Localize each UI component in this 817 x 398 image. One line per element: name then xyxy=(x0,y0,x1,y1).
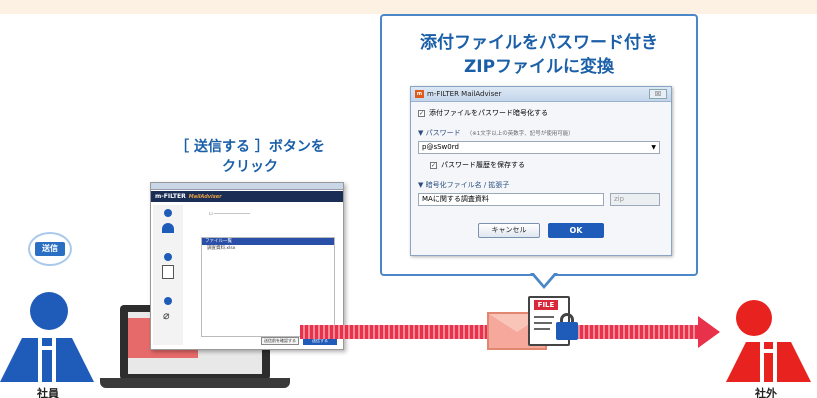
sidebar-circle-icon xyxy=(164,297,172,305)
checkbox-icon[interactable]: ✓ xyxy=(418,109,425,117)
encrypt-checkbox-row[interactable]: ✓ 添付ファイルをパスワード暗号化する xyxy=(418,108,548,118)
app-titlebar xyxy=(151,183,343,190)
person-icon xyxy=(162,223,174,233)
app-list-header: ファイル一覧 xyxy=(202,238,334,245)
file-line xyxy=(534,328,550,330)
cancel-button[interactable]: キャンセル xyxy=(478,223,540,238)
app-logo-icon: m xyxy=(415,90,424,98)
filename-section: ▼ 暗号化ファイル名 / 拡張子 xyxy=(418,180,509,190)
send-tag: 送信 xyxy=(35,242,65,256)
password-section: ▼ パスワード （※1文字以上の英数字、記号が使用可能） xyxy=(418,128,574,138)
app-brand-sub: MailAdviser xyxy=(188,194,222,200)
sender-label: 社員 xyxy=(37,387,59,398)
person-icon xyxy=(30,292,68,330)
file-line xyxy=(534,322,552,324)
close-button[interactable]: ☒ xyxy=(649,89,667,99)
person-icon xyxy=(736,300,772,336)
callout-title-line2: ZIPファイルに変換 xyxy=(463,57,615,77)
app-brand: m-FILTER xyxy=(155,193,186,200)
checkbox-icon[interactable]: ✓ xyxy=(430,161,437,169)
password-value: p@sSw0rd xyxy=(422,143,459,151)
filename-input[interactable]: MAに関する調査資料 xyxy=(418,193,604,206)
encrypt-checkbox-label: 添付ファイルをパスワード暗号化する xyxy=(429,109,548,117)
password-section-label: ▼ パスワード xyxy=(418,129,461,137)
app-instruction-note: ☐ ─────────────── xyxy=(209,211,250,216)
chevron-down-icon[interactable]: ▼ xyxy=(651,142,656,153)
app-file-list: ファイル一覧 調査資料.xlsx xyxy=(201,237,335,337)
receiver-body-icon xyxy=(726,342,811,382)
paperclip-icon: ⌀ xyxy=(163,309,170,322)
dialog-titlebar[interactable]: m m-FILTER MailAdviser ☒ xyxy=(411,87,671,102)
lock-icon xyxy=(556,322,578,340)
caption-line2: クリック xyxy=(222,159,278,175)
app-confirm-button[interactable]: 送信前を確認する xyxy=(261,337,299,345)
extension-input[interactable]: zip xyxy=(610,193,660,206)
password-hint: （※1文字以上の英数字、記号が使用可能） xyxy=(466,131,574,137)
file-badge: FILE xyxy=(534,300,558,310)
caption-line1: ［ 送信する ］ボタンを xyxy=(175,139,325,155)
document-icon xyxy=(162,265,174,279)
ok-button[interactable]: OK xyxy=(548,223,604,238)
laptop-base xyxy=(100,378,290,388)
save-history-label: パスワード履歴を保存する xyxy=(441,161,525,169)
list-item[interactable]: 調査資料.xlsx xyxy=(202,245,334,252)
sidebar-circle-icon xyxy=(164,253,172,261)
top-background-band xyxy=(0,0,817,14)
file-line xyxy=(534,316,554,318)
callout-tail-inner xyxy=(533,272,555,285)
arrow-head xyxy=(698,316,720,348)
dialog-title: m-FILTER MailAdviser xyxy=(427,90,502,98)
password-select[interactable]: p@sSw0rd ▼ xyxy=(418,141,660,154)
callout-title-line1: 添付ファイルをパスワード付き xyxy=(420,33,658,53)
app-brandbar: m-FILTER MailAdviser xyxy=(151,191,343,202)
sender-body-icon xyxy=(0,338,94,382)
save-history-row[interactable]: ✓ パスワード履歴を保存する xyxy=(430,160,525,170)
app-sidebar: ⌀ xyxy=(153,205,183,345)
sidebar-circle-icon xyxy=(164,209,172,217)
filename-section-label: ▼ 暗号化ファイル名 / 拡張子 xyxy=(418,181,510,189)
receiver-label: 社外 xyxy=(755,387,777,398)
